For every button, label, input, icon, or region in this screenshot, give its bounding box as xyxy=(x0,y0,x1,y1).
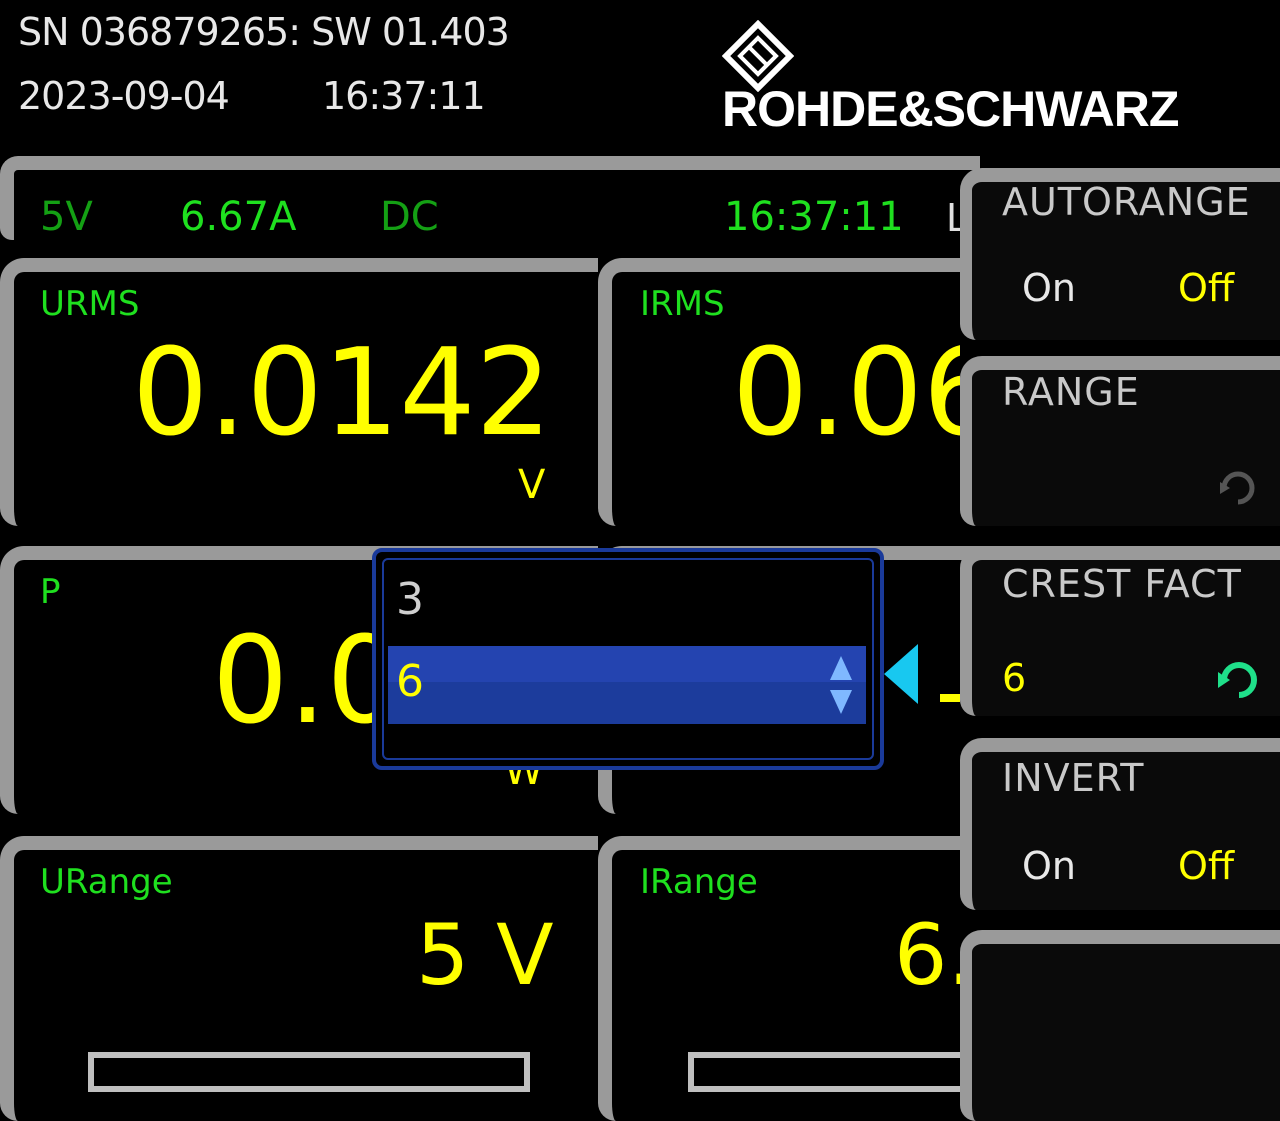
rotary-knob-icon xyxy=(1218,662,1257,698)
tile-unit-urms: V xyxy=(518,462,546,508)
urange-bar xyxy=(88,1052,530,1092)
autorange-off[interactable]: Off xyxy=(1178,266,1234,310)
softkey-empty[interactable] xyxy=(960,930,1280,1121)
status-current-range: 6.67A xyxy=(180,194,297,240)
serial-line: SN 036879265: SW 01.403 xyxy=(18,10,510,54)
tile-label-urms: URMS xyxy=(40,284,140,324)
brand-logo: ROHDE&SCHWARZ xyxy=(722,81,1179,137)
tile-value-urange: 5 V xyxy=(416,906,554,1004)
pointer-arrow-icon xyxy=(884,644,918,704)
invert-off[interactable]: Off xyxy=(1178,844,1234,888)
autorange-on[interactable]: On xyxy=(1022,266,1076,310)
tile-label-urange: URange xyxy=(40,862,173,902)
clipped-dash xyxy=(940,694,960,702)
tile-value-irange: 6. xyxy=(894,906,960,1004)
softkey-title-range: RANGE xyxy=(1002,370,1140,414)
tile-label-irms: IRMS xyxy=(640,284,725,324)
crest-factor-value: 6 xyxy=(1002,656,1027,700)
irange-bar xyxy=(688,1052,968,1092)
status-clock: 16:37:11 xyxy=(724,194,904,240)
tile-value-irms: 0.06 xyxy=(732,324,960,463)
tile-value-urms: 0.0142 xyxy=(132,324,552,463)
status-voltage-range: 5V xyxy=(40,194,93,240)
header-date: 2023-09-04 xyxy=(18,74,230,118)
popup-option-3[interactable]: 3 xyxy=(396,574,424,625)
popup-option-6: 6 xyxy=(396,656,424,707)
tile-label-irange: IRange xyxy=(640,862,758,902)
spin-arrows-icon[interactable] xyxy=(828,654,854,716)
softkey-title-crest-factor: CREST FACT xyxy=(1002,562,1242,606)
header-time: 16:37:11 xyxy=(322,74,486,118)
invert-on[interactable]: On xyxy=(1022,844,1076,888)
rotary-knob-icon-disabled xyxy=(1220,471,1255,505)
softkey-title-invert: INVERT xyxy=(1002,756,1145,800)
softkey-title-autorange: AUTORANGE xyxy=(1002,180,1251,224)
tile-label-p: P xyxy=(40,572,61,612)
popup-option-6-highlight[interactable]: 6 xyxy=(388,646,866,724)
status-coupling: DC xyxy=(380,194,439,240)
